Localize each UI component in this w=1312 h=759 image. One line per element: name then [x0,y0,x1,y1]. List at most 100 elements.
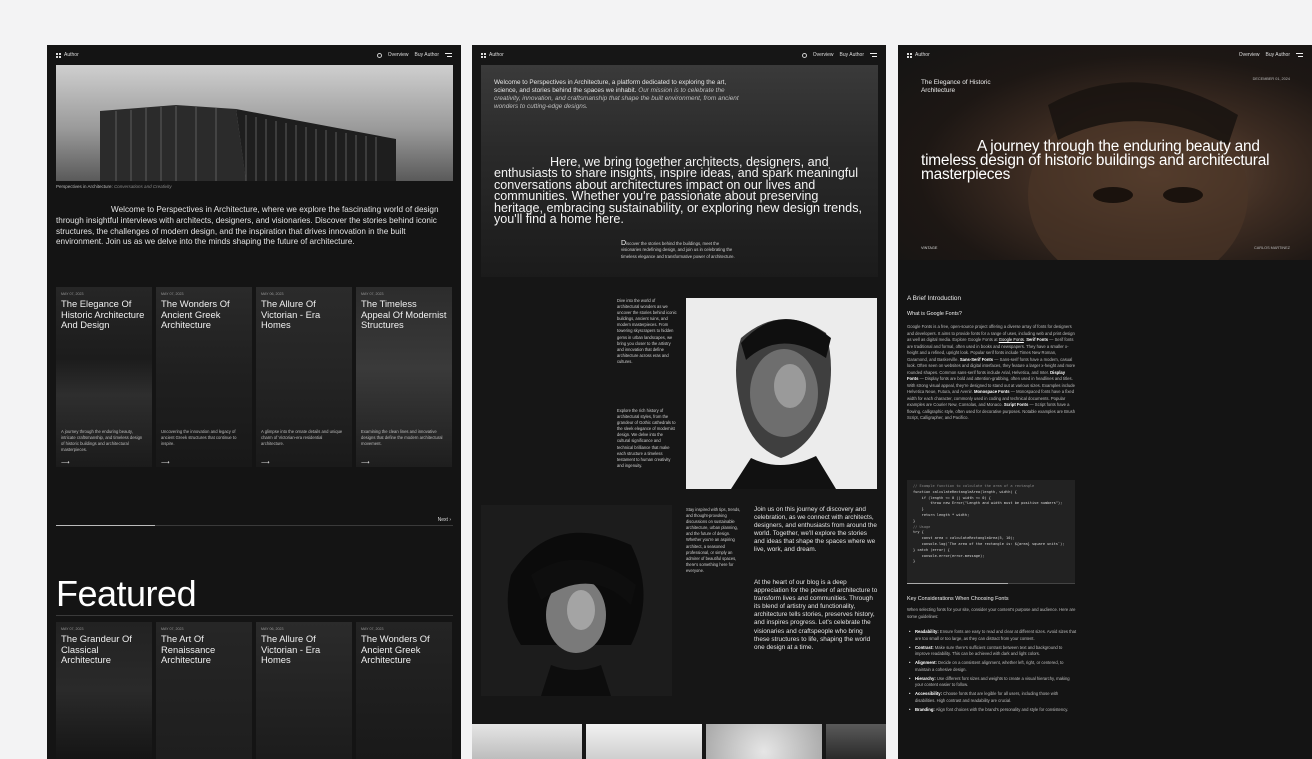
gallery-thumb[interactable] [706,724,822,759]
menu-icon[interactable] [1296,53,1303,57]
card-title[interactable]: The Elegance Of Historic Architecture An… [61,298,148,331]
guidelines-list: Readability: Ensure fonts are easy to re… [907,629,1077,716]
card-title[interactable]: The Allure Of Victorian - Era Homes [261,298,348,331]
card-title[interactable]: The Grandeur Of Classical Architecture [61,633,148,666]
code-line: console.error(error.message); [913,553,985,558]
code-line: console.log(`The area of the rectangle i… [913,541,1065,546]
gallery-thumb[interactable] [586,724,702,759]
list-label: Branding: [915,706,935,712]
code-line: } catch (error) { [913,547,950,552]
arrow-right-icon[interactable]: ⟶ [361,459,370,466]
logo-text: Author [64,52,79,58]
card-title[interactable]: The Wonders Of Ancient Greek Architectur… [161,298,248,331]
nav-buy-link[interactable]: Buy Author [415,52,439,58]
discover-text: Discover the stories behind the building… [621,240,739,260]
card-title[interactable]: The Allure Of Victorian - Era Homes [261,633,348,666]
arrow-right-icon[interactable]: ⟶ [261,459,270,466]
menu-icon[interactable] [445,53,452,57]
inspired-text: Stay inspired with tips, trends, and tho… [686,507,741,573]
search-icon[interactable] [376,52,382,58]
hero-image-building [56,65,453,181]
welcome-text: Welcome to Perspectives in Architecture,… [494,79,744,111]
card-excerpt: A glimpse into the ornate details and un… [261,429,343,446]
card-date: MAY 07, 2023 [161,292,184,296]
menu-icon[interactable] [870,53,877,57]
code-block[interactable]: // Example function to calculate the are… [907,480,1075,584]
featured-card[interactable]: MAY 07, 2023 The Wonders Of Ancient Gree… [356,622,452,759]
code-line: const area = calculateRectangleArea(5, 1… [913,536,1015,541]
list-item: Alignment: Decide on a consistent alignm… [907,660,1077,673]
arrow-right-icon[interactable]: ⟶ [161,459,170,466]
carousel-progress-fill [56,525,156,526]
google-fonts-link[interactable]: Google Fonts [999,337,1024,342]
grid-logo-icon [907,52,912,58]
card-date: MAY 06, 2023 [261,292,284,296]
card-date: MAY 07, 2023 [61,627,84,631]
article-cards: MAY 07, 2023 The Elegance Of Historic Ar… [56,287,452,467]
logo[interactable]: Author [481,52,504,58]
top-nav: Author Overview Buy Author [47,45,461,65]
featured-card[interactable]: MAY 07, 2023 The Art Of Renaissance Arch… [156,622,252,759]
list-text: Ensure fonts are easy to read and clear … [915,629,1077,641]
caption-suffix: Conversations and Creativity [114,184,172,189]
card-date: MAY 07, 2023 [61,292,84,296]
article-card[interactable]: MAY 07, 2023 The Timeless Appeal Of Mode… [356,287,452,467]
logo[interactable]: Author [907,52,930,58]
card-excerpt: Examining the clean lines and innovative… [361,429,443,446]
article-card[interactable]: MAY 07, 2023 The Elegance Of Historic Ar… [56,287,152,467]
article-card[interactable]: MAY 07, 2023 The Wonders Of Ancient Gree… [156,287,252,467]
nav-buy-link[interactable]: Buy Author [840,52,864,58]
card-title[interactable]: The Art Of Renaissance Architecture [161,633,248,666]
featured-card[interactable]: MAY 07, 2023 The Grandeur Of Classical A… [56,622,152,759]
building-illustration [100,105,396,181]
list-text: Align font choices with the brand's pers… [935,706,1069,712]
column-text-1: Dive into the world of architectural won… [617,298,677,364]
code-scrollbar[interactable] [907,583,1075,584]
list-label: Hierarchy: [915,675,936,681]
post-lead: A journey through the enduring beauty an… [921,139,1291,182]
hero-caption: Perspectives in Architecture: Conversati… [56,184,172,189]
about-statement: Here, we bring together architects, desi… [494,155,864,227]
article-card[interactable]: MAY 06, 2023 The Allure Of Victorian - E… [256,287,352,467]
post-date: DECEMBER 01, 2024 [1252,77,1290,81]
section-heading-what: What is Google Fonts? [907,311,962,317]
post-category[interactable]: VINTAGE [921,246,937,250]
portrait-woman-image [481,505,672,696]
intro-text: Welcome to Perspectives in Architecture,… [56,205,439,247]
portrait-man-image [686,298,877,489]
list-item: Branding: Align font choices with the br… [907,707,1077,714]
gallery-thumb[interactable] [472,724,582,759]
search-icon[interactable] [801,52,807,58]
code-line: try { [913,530,924,535]
list-label: Accessibility: [915,691,942,696]
post-author[interactable]: CARLOS MARTINEZ [1254,246,1290,250]
nav-overview-link[interactable]: Overview [388,52,409,58]
nav-buy-link[interactable]: Buy Author [1266,52,1290,58]
gallery-thumb[interactable] [826,724,886,759]
next-button[interactable]: Next › [438,517,451,523]
arrow-right-icon[interactable]: ⟶ [61,459,70,466]
section-heading-intro: A Brief Introduction [907,295,961,302]
code-line: // Usage [913,524,931,529]
list-label: Alignment: [915,660,937,665]
nav-overview-link[interactable]: Overview [1239,52,1260,58]
featured-cards: MAY 07, 2023 The Grandeur Of Classical A… [56,622,452,759]
gallery-strip [472,724,886,759]
nav-overview-link[interactable]: Overview [813,52,834,58]
card-excerpt: A journey through the enduring beauty, i… [61,429,143,452]
list-label: Readability: [915,629,939,634]
mono-label: Monospace Fonts [973,389,1010,394]
card-title[interactable]: The Timeless Appeal Of Modernist Structu… [361,298,448,331]
code-line: } [913,559,916,564]
logo-text: Author [915,52,930,58]
top-nav: Author Overview Buy Author [472,45,886,65]
list-text: Decide on a consistent alignment, whethe… [915,660,1064,672]
about-statement-text: Here, we bring together architects, desi… [494,155,862,227]
logo[interactable]: Author [56,52,79,58]
card-title[interactable]: The Wonders Of Ancient Greek Architectur… [361,633,448,666]
code-line: } [913,507,924,512]
featured-card[interactable]: MAY 06, 2023 The Allure Of Victorian - E… [256,622,352,759]
column-text-2: Explore the rich history of architectura… [617,408,676,468]
list-text: Use different font sizes and weights to … [915,675,1070,688]
logo-text: Author [489,52,504,58]
